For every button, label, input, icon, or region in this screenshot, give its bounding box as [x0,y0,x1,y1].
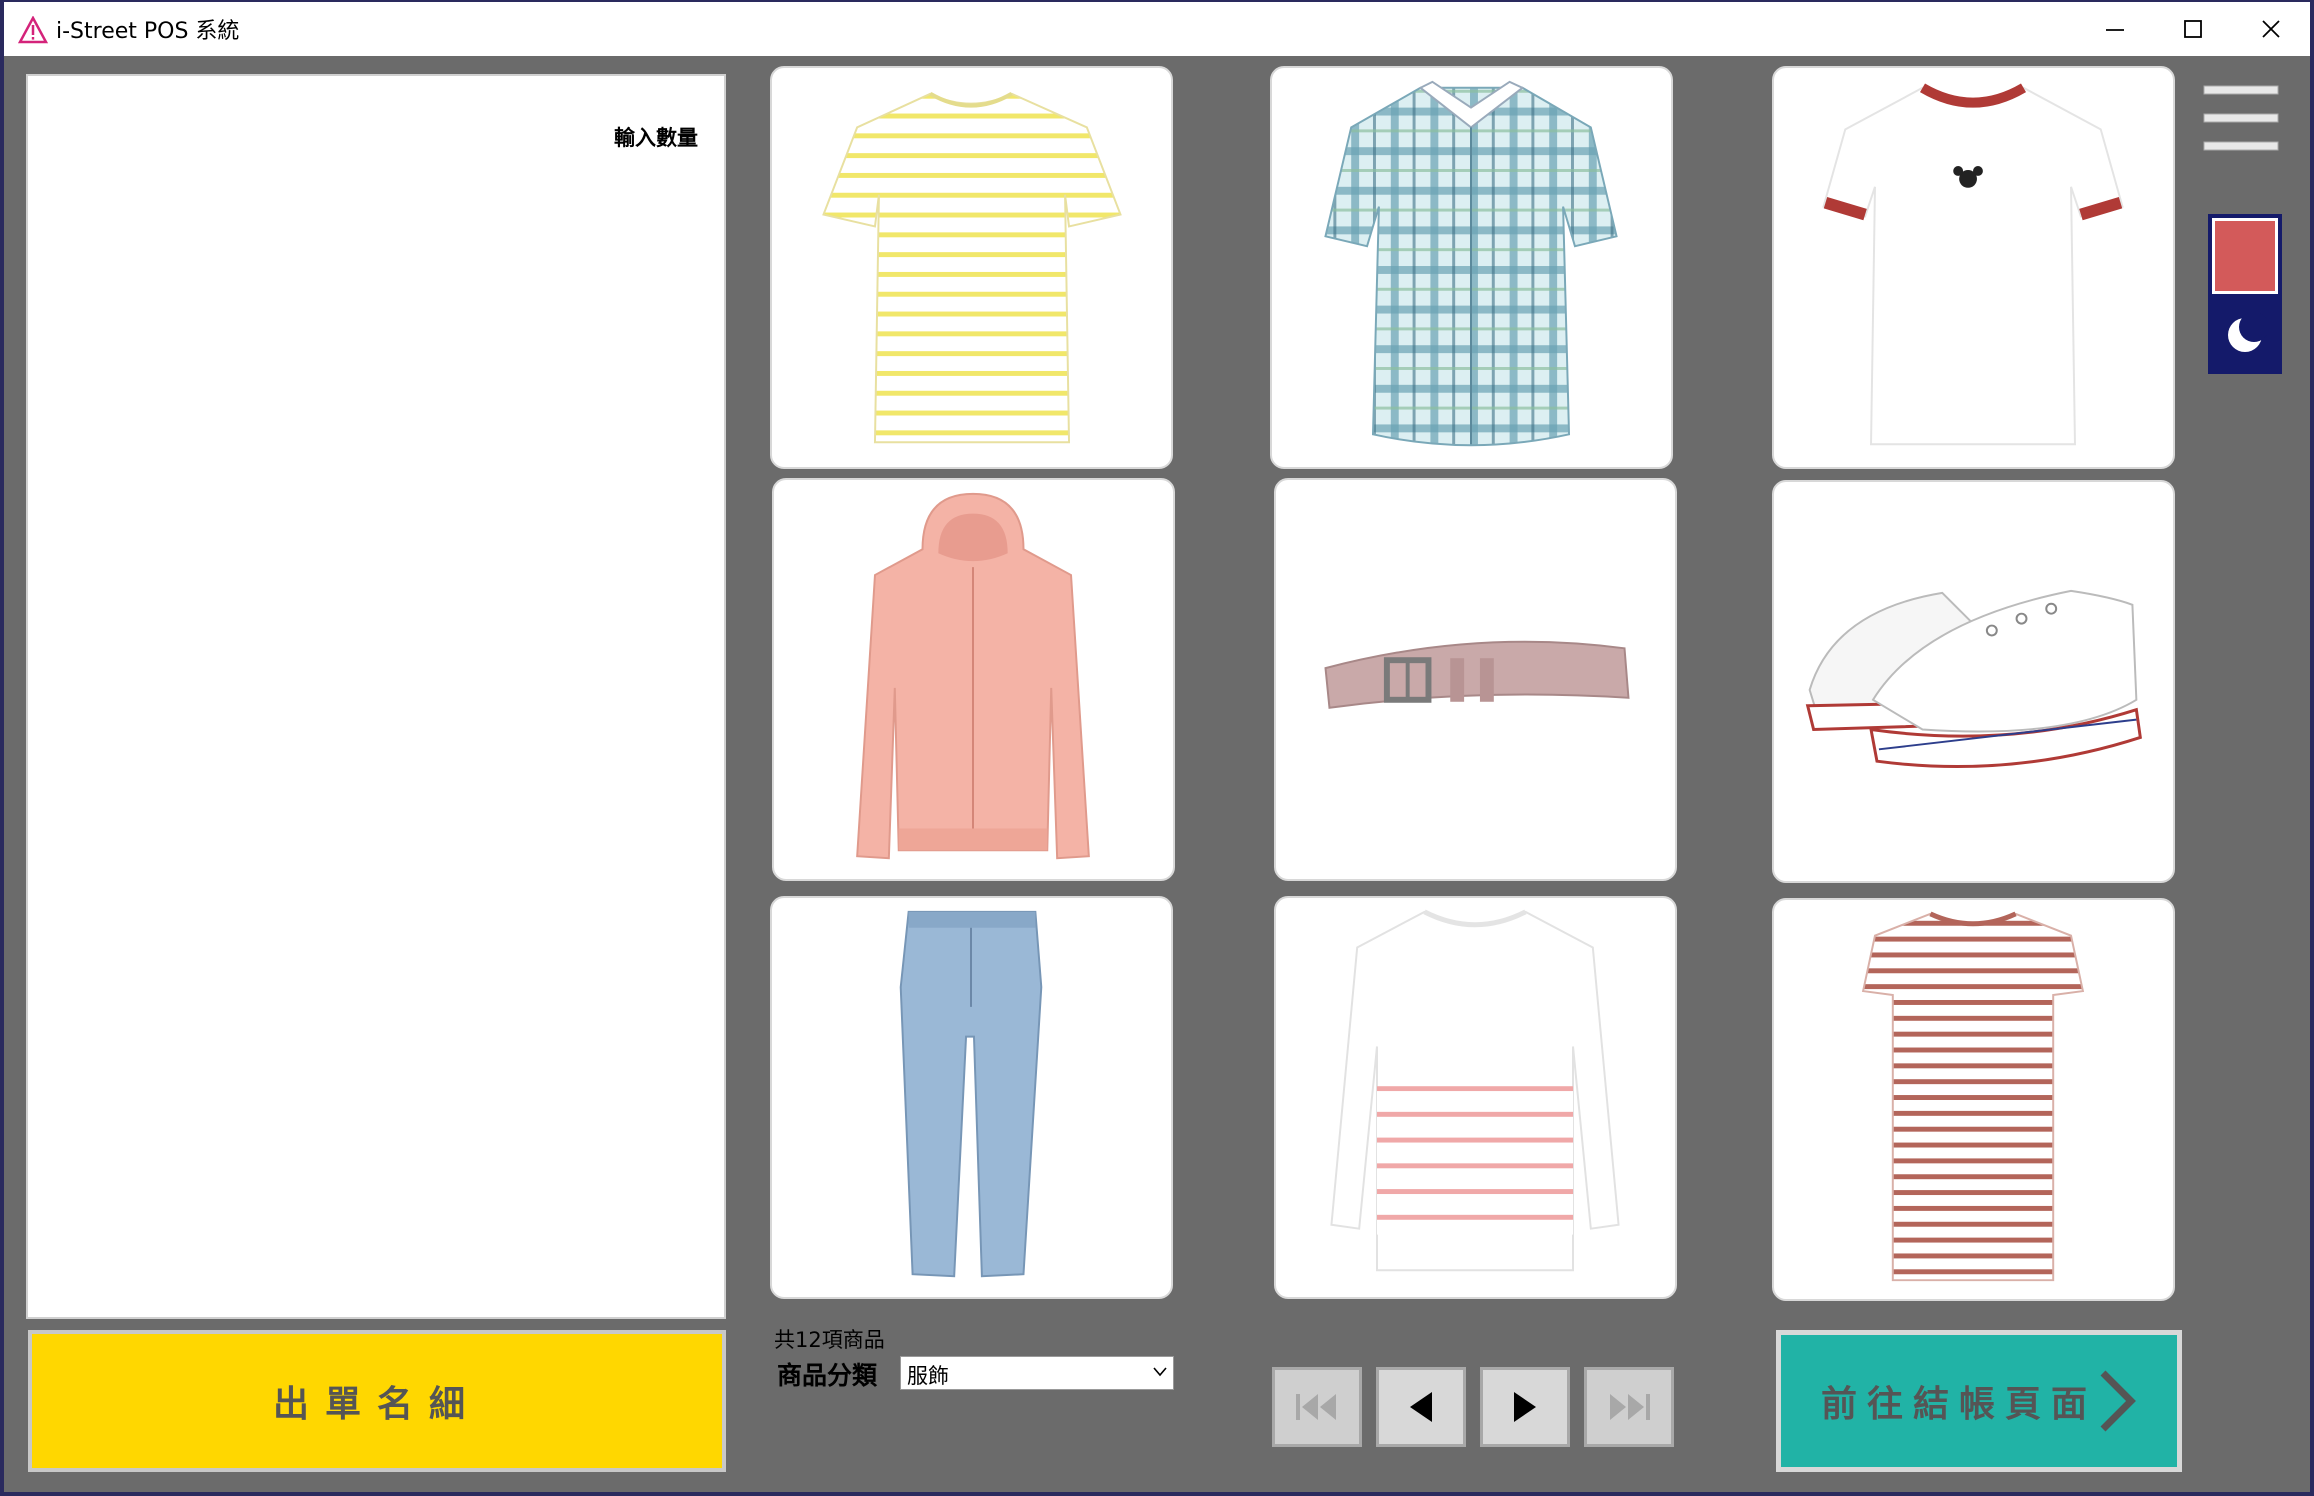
belt-icon [1324,640,1630,709]
prev-page-button[interactable] [1376,1367,1466,1447]
order-details-button[interactable]: 出單名細 [28,1330,726,1472]
order-list-panel[interactable]: 輸入數量 [26,74,726,1319]
jeans-icon [899,910,1043,1278]
product-mauve-belt[interactable] [1274,478,1677,881]
warning-triangle-icon [17,15,49,44]
striped-sweater-icon [1330,909,1620,1272]
product-blue-jeans[interactable] [770,896,1173,1299]
chevron-down-icon [1153,1367,1167,1377]
next-page-button[interactable] [1480,1367,1570,1447]
minimize-button[interactable] [2076,2,2154,56]
first-page-button[interactable] [1272,1367,1362,1447]
moon-icon [2228,313,2267,352]
close-button[interactable] [2232,2,2310,56]
product-plaid-shirt[interactable] [1270,66,1673,469]
hoodie-icon [856,492,1090,860]
minimize-icon [2106,29,2124,31]
category-label: 商品分類 [777,1361,878,1390]
ringer-tshirt-icon [1822,83,2124,446]
sneaker-icon [1805,589,2142,769]
product-count: 共12項商品 [774,1328,885,1352]
title-bar: i-Street POS 系統 [4,2,2310,56]
maximize-icon [2184,20,2202,38]
maximize-button[interactable] [2154,2,2232,56]
order-details-label: 出單名細 [272,1384,481,1425]
next-page-icon [1514,1392,1536,1422]
product-pink-striped-sweater[interactable] [1274,896,1677,1299]
checkout-label: 前往結帳頁面 [1820,1384,2097,1425]
theme-dark-button[interactable] [2212,300,2278,370]
window-title: i-Street POS 系統 [56,19,240,44]
close-icon [2262,20,2280,38]
striped-dress-icon [1861,911,2085,1282]
quantity-label: 輸入數量 [614,126,698,150]
product-pink-hoodie[interactable] [772,478,1175,881]
hamburger-menu-icon [2203,85,2279,151]
last-page-icon [1610,1394,1650,1420]
checkout-button[interactable]: 前往結帳頁面 [1776,1330,2182,1472]
category-value: 服飾 [907,1364,949,1388]
first-page-icon [1296,1394,1336,1420]
category-select[interactable]: 服飾 [900,1356,1174,1390]
chevron-right-icon [2100,1370,2136,1432]
theme-red-swatch[interactable] [2212,218,2278,294]
product-white-sneakers[interactable] [1772,480,2175,883]
prev-page-icon [1410,1392,1432,1422]
product-ringer-tee[interactable] [1772,66,2175,469]
plaid-shirt-icon [1324,80,1618,447]
menu-button[interactable] [2202,80,2282,160]
product-yellow-striped-tee[interactable] [770,66,1173,469]
last-page-button[interactable] [1584,1367,1674,1447]
striped-tshirt-icon [822,92,1122,444]
theme-switcher [2208,214,2282,374]
product-striped-dress[interactable] [1772,898,2175,1301]
pos-window: i-Street POS 系統 輸入數量 出單名細 共12項商品 商品分類 服飾… [4,2,2310,1492]
